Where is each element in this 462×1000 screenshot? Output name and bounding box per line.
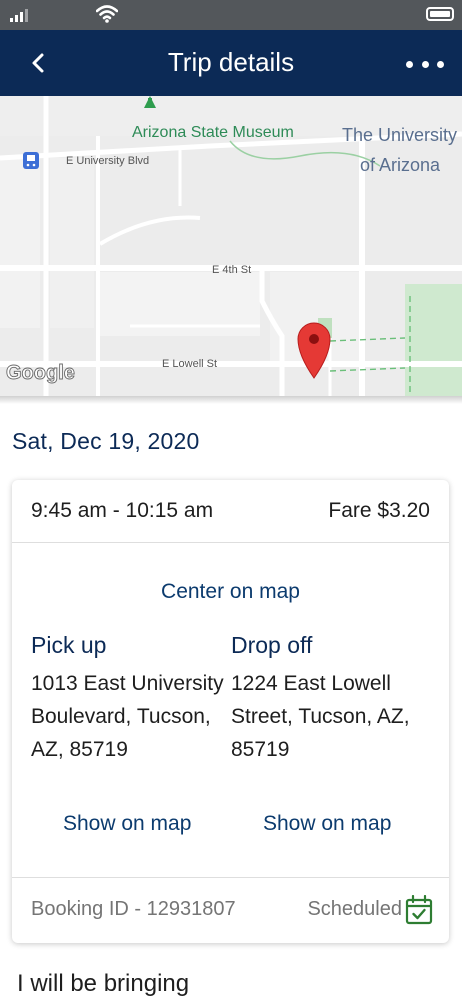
- dropoff-address-line: 1224 East Lowell: [231, 672, 391, 695]
- map-divider: [0, 396, 462, 404]
- trip-summary-row: 9:45 am - 10:15 am Fare $3.20: [12, 480, 449, 543]
- booking-id: Booking ID - 12931807: [31, 898, 236, 920]
- google-logo: Google: [6, 362, 75, 384]
- more-dot-icon: [421, 60, 429, 68]
- map-label-e-lowell-st: E Lowell St: [162, 358, 217, 370]
- dropoff-address-line: Street, Tucson, AZ,: [231, 705, 410, 728]
- trip-card: 9:45 am - 10:15 am Fare $3.20 Center on …: [12, 480, 449, 943]
- dropoff-title: Drop off: [231, 632, 313, 658]
- pickup-address-line: Boulevard, Tucson,: [31, 705, 211, 728]
- map-label-e-4th-st: E 4th St: [212, 264, 251, 276]
- pickup-address-line: 1013 East University: [31, 672, 224, 695]
- pickup-address: 1013 East University Boulevard, Tucson, …: [31, 667, 231, 766]
- dropoff-section: Drop off 1224 East Lowell Street, Tucson…: [231, 632, 431, 766]
- more-dot-icon: [437, 60, 444, 68]
- dropoff-show-on-map-link[interactable]: Show on map: [263, 812, 391, 836]
- map-label-e-university-blvd: E University Blvd: [66, 155, 149, 167]
- more-options-button[interactable]: [406, 54, 444, 74]
- pickup-show-on-map-link[interactable]: Show on map: [63, 812, 191, 836]
- status-badge: Scheduled: [307, 898, 402, 920]
- map-label-museum: Arizona State Museum: [132, 124, 294, 141]
- trip-date: Sat, Dec 19, 2020: [12, 428, 200, 454]
- page-title: Trip details: [167, 47, 295, 77]
- trip-map[interactable]: Arizona State Museum The University of A…: [0, 96, 462, 396]
- dropoff-address: 1224 East Lowell Street, Tucson, AZ, 857…: [231, 667, 431, 766]
- pickup-address-line: AZ, 85719: [31, 738, 128, 761]
- app-header: Trip details: [0, 30, 462, 96]
- pickup-title: Pick up: [31, 632, 107, 658]
- signal-icon: [10, 8, 28, 22]
- dropoff-address-line: 85719: [231, 738, 290, 761]
- booking-footer: Booking ID - 12931807 Scheduled: [12, 877, 449, 943]
- status-bar: [0, 0, 462, 30]
- bringing-heading: I will be bringing: [17, 970, 190, 997]
- trip-time-range: 9:45 am - 10:15 am: [31, 499, 214, 522]
- map-label-university: The University: [342, 125, 457, 145]
- wifi-icon: [96, 5, 118, 23]
- calendar-check-icon: [405, 895, 433, 925]
- pickup-section: Pick up 1013 East University Boulevard, …: [31, 632, 231, 766]
- more-dot-icon: [406, 60, 413, 68]
- trip-fare: Fare $3.20: [328, 499, 430, 522]
- battery-icon: [426, 7, 454, 21]
- map-label-university-2: of Arizona: [360, 155, 441, 175]
- center-on-map-link[interactable]: Center on map: [12, 580, 449, 604]
